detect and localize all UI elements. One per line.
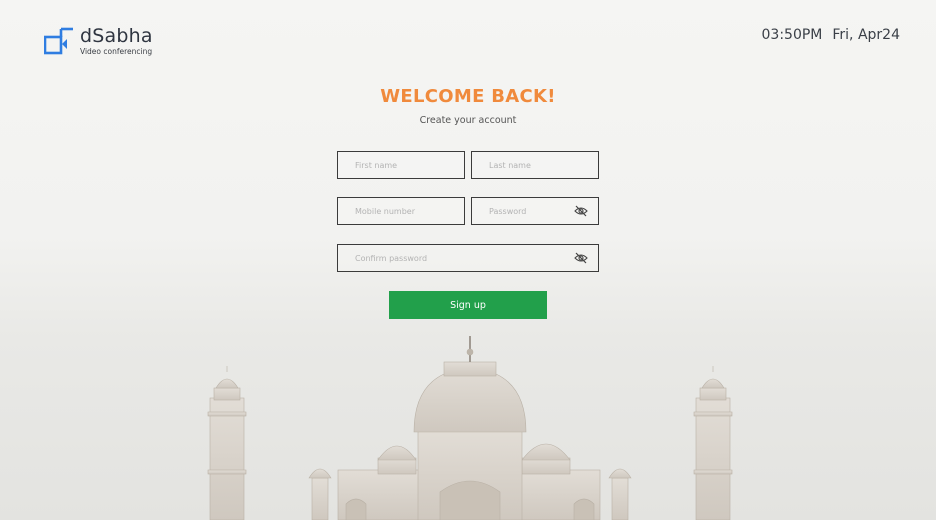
first-name-field: [337, 151, 465, 179]
last-name-field: [471, 151, 599, 179]
signup-button[interactable]: Sign up: [389, 291, 547, 319]
mobile-number-field: [337, 197, 465, 225]
brand-text: dSabha Video conferencing: [80, 26, 153, 56]
form-heading: WELCOME BACK!: [380, 86, 556, 107]
brand-tagline: Video conferencing: [80, 47, 153, 56]
last-name-input[interactable]: [489, 152, 598, 178]
dsabha-logo-icon: [44, 27, 73, 55]
password-field: [471, 197, 599, 225]
first-name-input[interactable]: [355, 152, 464, 178]
mobile-number-input[interactable]: [355, 198, 464, 224]
confirm-password-field: [337, 244, 599, 272]
eye-slash-icon[interactable]: [574, 252, 588, 264]
form-subheading: Create your account: [419, 115, 517, 126]
clock: 03:50PM Fri, Apr24: [762, 27, 901, 43]
confirm-password-input[interactable]: [355, 245, 598, 271]
brand-logo[interactable]: dSabha Video conferencing: [44, 26, 153, 56]
clock-date: Fri, Apr24: [832, 27, 900, 43]
eye-slash-icon[interactable]: [574, 205, 588, 217]
brand-name: dSabha: [80, 25, 153, 47]
clock-time: 03:50PM: [761, 27, 823, 43]
